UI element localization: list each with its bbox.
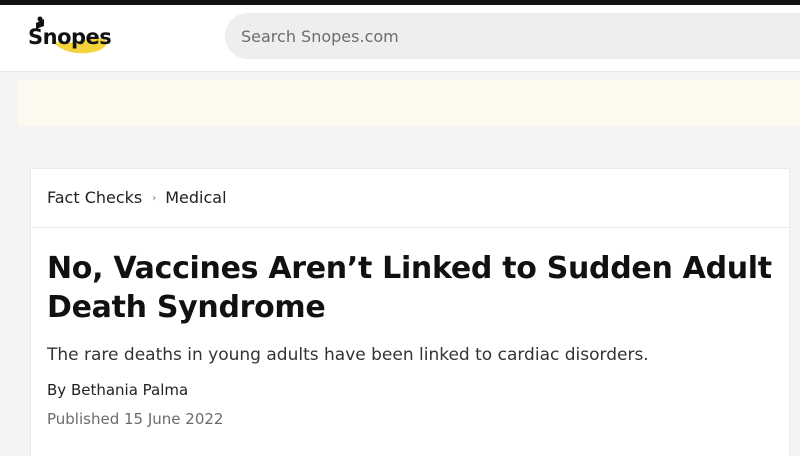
site-header: Snopes [0,5,800,72]
author-link[interactable]: Bethania Palma [71,381,188,399]
article-byline: By Bethania Palma [47,381,188,399]
breadcrumb-fact-checks[interactable]: Fact Checks [47,188,142,207]
published-label: Published [47,410,120,428]
breadcrumb: Fact Checks › Medical [47,188,227,207]
page: Snopes Fact Checks › Medical No, Vaccines … [0,0,800,456]
logo-wordmark: Snopes [28,25,112,49]
breadcrumb-medical[interactable]: Medical [165,188,226,207]
breadcrumb-row: Fact Checks › Medical [31,169,791,228]
published-date-value: 15 June 2022 [124,410,224,428]
article-subtitle: The rare deaths in young adults have bee… [47,345,649,365]
breadcrumb-separator-icon: › [152,193,157,204]
published-date: Published 15 June 2022 [47,410,223,428]
byline-prefix: By [47,381,67,399]
search-input[interactable] [241,13,781,59]
article-title: No, Vaccines Aren’t Linked to Sudden Adu… [47,251,772,325]
search-bar[interactable] [225,13,800,59]
article-card: Fact Checks › Medical No, Vaccines Aren’t … [30,168,791,456]
ad-banner-placeholder [18,80,800,126]
snopes-logo[interactable]: Snopes [22,11,122,63]
